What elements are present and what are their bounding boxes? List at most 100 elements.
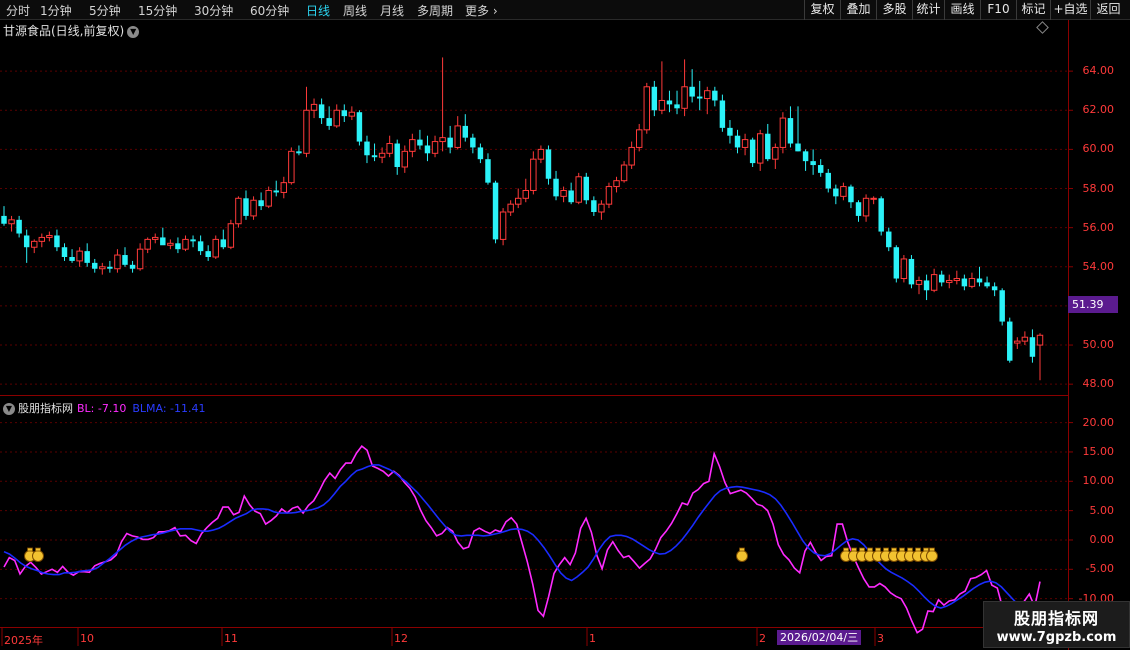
money-bag-neck — [27, 547, 33, 552]
candle-body — [923, 280, 930, 291]
candle-body — [454, 125, 461, 148]
candle-body — [107, 266, 113, 269]
candle-body — [999, 290, 1005, 322]
indicator-tick-label: -5.00 — [1085, 562, 1114, 576]
price-tick-label: 54.00 — [1082, 259, 1115, 273]
candle-body — [364, 141, 370, 156]
candle-body — [704, 90, 711, 100]
candle-body — [16, 219, 22, 234]
money-bag-neck — [883, 547, 889, 552]
candle-body — [696, 96, 703, 99]
money-bag-neck — [851, 547, 857, 552]
candle-body — [689, 86, 695, 97]
candle-body — [643, 86, 650, 131]
candle-body — [840, 186, 847, 197]
price-tick-label: 64.00 — [1082, 64, 1115, 78]
candle-body — [38, 236, 46, 242]
indicator-line-bl — [3, 444, 1041, 649]
candle-body — [756, 133, 764, 164]
candle-body — [462, 125, 469, 138]
candle-body — [674, 104, 680, 109]
candle-body — [348, 111, 356, 117]
candle-body — [961, 278, 968, 287]
candle-body — [833, 188, 839, 197]
candle-body — [893, 247, 900, 279]
money-bag-neck — [907, 547, 913, 552]
indicator-line-blma — [3, 464, 1041, 611]
current-price-tag: 51.39 — [1068, 296, 1118, 313]
candle-body — [144, 238, 151, 250]
candle-body — [394, 143, 400, 167]
candle-body — [333, 109, 340, 127]
cursor-date-tag: 2026/02/04/三 — [777, 630, 862, 645]
candle-body — [409, 139, 416, 152]
candle-body — [8, 219, 15, 225]
candle-body — [175, 243, 181, 250]
candle-body — [265, 189, 272, 207]
money-bag-body — [736, 550, 748, 562]
candle-body — [136, 248, 144, 270]
candle-body — [719, 100, 726, 128]
candle-body — [417, 139, 423, 146]
price-tick-label: 56.00 — [1082, 220, 1115, 234]
candle-body — [507, 203, 514, 213]
candle-body — [160, 237, 166, 246]
candle-body — [439, 137, 446, 143]
candle-body — [1029, 337, 1036, 357]
candle-body — [825, 172, 831, 189]
price-tick-label: 58.00 — [1082, 181, 1115, 195]
candle-body — [129, 264, 136, 269]
right-side-panel-edge[interactable] — [1118, 22, 1130, 627]
candle-body — [212, 238, 219, 258]
indicator-tick-label: 15.00 — [1082, 444, 1115, 458]
candle-body — [152, 236, 159, 240]
candle-body — [499, 211, 507, 240]
date-label: 2 — [759, 632, 766, 645]
candle-body — [23, 235, 30, 248]
date-label: 11 — [224, 632, 238, 645]
watermark-name: 股朋指标网 — [1013, 609, 1099, 628]
candle-body — [296, 151, 302, 154]
candle-body — [492, 182, 499, 240]
money-bag-neck — [875, 547, 881, 552]
price-tick-label: 62.00 — [1082, 103, 1115, 117]
candle-body — [114, 254, 121, 270]
indicator-tick-label: 10.00 — [1082, 474, 1115, 488]
signal-markers — [24, 547, 938, 562]
candle-body — [227, 223, 235, 248]
candle-body — [530, 158, 537, 191]
candle-body — [280, 182, 288, 193]
candle-body — [568, 190, 574, 203]
candle-body — [946, 279, 953, 283]
price-tick-label: 60.00 — [1082, 142, 1115, 156]
candle-body — [878, 198, 884, 232]
candle-body — [84, 251, 90, 263]
candle-body — [545, 149, 552, 179]
candle-body — [749, 139, 756, 164]
candle-body — [303, 109, 310, 154]
candle-body — [318, 104, 325, 119]
candle-body — [741, 139, 749, 148]
candle-body — [855, 202, 862, 216]
candle-body — [915, 279, 923, 285]
candle-body — [968, 278, 976, 287]
money-bag-neck — [867, 547, 873, 552]
money-bag-neck — [899, 547, 905, 552]
indicator-tick-label: 0.00 — [1089, 532, 1115, 546]
candle-body — [243, 198, 249, 216]
candle-body — [485, 159, 491, 183]
site-watermark: 股朋指标网 www.7gpzb.com — [983, 601, 1130, 648]
candle-body — [712, 90, 718, 101]
candle-body — [908, 258, 915, 285]
candle-body — [575, 176, 582, 203]
indicator-tick-label: 20.00 — [1082, 415, 1115, 429]
chart-canvas[interactable] — [0, 0, 1130, 650]
candle-body — [772, 146, 779, 160]
candle-body — [273, 190, 279, 193]
candlestick-series — [1, 57, 1044, 381]
candle-body — [605, 186, 613, 205]
candle-body — [205, 251, 211, 257]
candle-body — [628, 146, 635, 166]
price-tick-label: 48.00 — [1082, 377, 1115, 391]
candle-body — [235, 197, 242, 225]
